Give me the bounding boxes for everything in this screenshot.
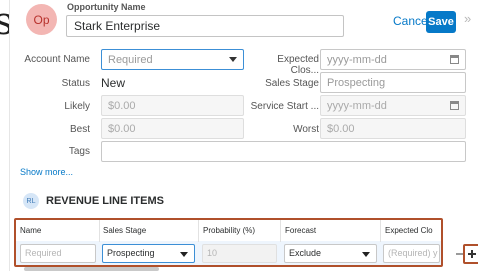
show-more-link[interactable]: Show more... bbox=[20, 167, 73, 177]
column-divider bbox=[198, 220, 199, 242]
horizontal-scrollbar[interactable] bbox=[24, 267, 159, 271]
rli-expected-close-input[interactable]: (Required) y bbox=[383, 244, 440, 263]
account-name-select[interactable]: Required bbox=[101, 49, 244, 70]
tags-label: Tags bbox=[68, 146, 90, 157]
rli-col-name: Name bbox=[20, 226, 42, 235]
save-button[interactable]: Save bbox=[426, 11, 456, 33]
chevron-down-icon bbox=[362, 252, 370, 257]
column-divider bbox=[280, 220, 281, 242]
tags-input[interactable] bbox=[101, 141, 466, 162]
rli-probability-field: 10 bbox=[202, 244, 277, 263]
calendar-icon bbox=[450, 101, 459, 110]
expected-close-date-input[interactable]: yyyy-mm-dd bbox=[320, 49, 466, 70]
worst-label: Worst bbox=[293, 124, 319, 135]
rli-module-icon: RL bbox=[23, 193, 39, 209]
rli-sales-stage-select[interactable]: Prospecting bbox=[102, 244, 195, 263]
service-start-label: Service Start ... bbox=[250, 101, 319, 112]
status-label: Status bbox=[61, 78, 90, 89]
rli-forecast-select[interactable]: Exclude bbox=[284, 244, 377, 263]
opportunity-name-input[interactable]: Stark Enterprise bbox=[66, 15, 344, 37]
opportunity-avatar: Op bbox=[26, 4, 57, 35]
likely-label: Likely bbox=[64, 101, 90, 112]
cancel-button[interactable]: Cancel bbox=[393, 14, 430, 28]
rli-col-sales-stage: Sales Stage bbox=[103, 226, 147, 235]
rli-name-input[interactable]: Required bbox=[20, 244, 96, 263]
sales-stage-field[interactable]: Prospecting bbox=[320, 72, 466, 93]
add-row-button[interactable] bbox=[463, 244, 478, 264]
status-value: New bbox=[101, 76, 126, 90]
column-divider bbox=[380, 220, 381, 242]
best-field: $0.00 bbox=[101, 118, 244, 139]
worst-field: $0.00 bbox=[320, 118, 466, 139]
rli-col-forecast: Forecast bbox=[285, 226, 317, 235]
rli-col-expected-close: Expected Clo bbox=[385, 226, 433, 235]
record-label: Opportunity Name bbox=[67, 2, 146, 12]
opportunity-create-drawer: Op Opportunity Name Stark Enterprise Can… bbox=[9, 0, 478, 271]
likely-field: $0.00 bbox=[101, 95, 244, 116]
best-label: Best bbox=[69, 124, 90, 135]
sales-stage-label: Sales Stage bbox=[265, 78, 319, 89]
rli-col-probability: Probability (%) bbox=[203, 226, 256, 235]
rli-section-title: REVENUE LINE ITEMS bbox=[46, 195, 164, 207]
column-divider bbox=[99, 220, 100, 242]
calendar-icon bbox=[450, 55, 459, 64]
chevron-down-icon bbox=[180, 252, 188, 257]
service-start-date-input: yyyy-mm-dd bbox=[320, 95, 466, 116]
account-name-label: Account Name bbox=[24, 54, 90, 65]
double-chevron-right-icon[interactable]: » bbox=[464, 11, 471, 26]
chevron-down-icon bbox=[229, 57, 237, 62]
expected-close-label: Expected Clos... bbox=[277, 54, 319, 76]
